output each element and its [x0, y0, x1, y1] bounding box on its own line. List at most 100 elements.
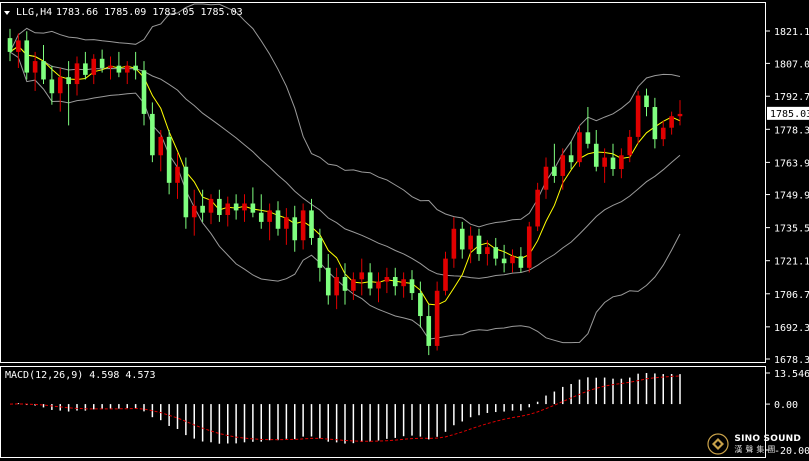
y-tick-label: 1692.30 — [774, 323, 809, 334]
candle-body — [543, 166, 549, 190]
candle-body — [334, 277, 339, 296]
candle-body — [518, 256, 524, 268]
candle-body — [66, 77, 71, 85]
candle-body — [124, 65, 130, 73]
ohlc-header: 1783.66 1785.09 1783.05 1785.03 — [56, 7, 243, 18]
candle-body — [593, 143, 599, 167]
candle-body — [443, 258, 448, 291]
y-tick-label: 1821.10 — [774, 27, 809, 38]
y-tick-label: 1807.00 — [774, 59, 809, 70]
candle-body — [476, 235, 482, 255]
candle-body — [141, 70, 147, 114]
candle-body — [627, 136, 633, 156]
candle-body — [99, 58, 105, 68]
candle-body — [501, 258, 507, 264]
candle-body — [32, 61, 38, 73]
candle-body — [191, 205, 197, 218]
candle-body — [325, 267, 331, 296]
candle-body — [535, 189, 540, 227]
candle-body — [451, 228, 457, 259]
chart-area[interactable]: 1821.10 1807.00 1792.70 1778.30 1763.90 1749.… — [0, 0, 809, 461]
candle-body — [409, 279, 415, 294]
candle-body — [526, 226, 532, 268]
candle-body — [24, 40, 30, 73]
macd-label: MACD(12,26,9) 4.598 4.573 — [5, 370, 156, 381]
y-tick-label: 1749.90 — [774, 191, 809, 202]
candle-body — [510, 256, 515, 264]
candle-body — [459, 228, 465, 250]
candle-body — [41, 61, 46, 80]
candle-body — [669, 116, 674, 128]
macd-y-tick-label: 13.546 — [774, 369, 809, 380]
macd-y-tick-label: 0.00 — [774, 400, 798, 411]
candle-body — [74, 63, 80, 85]
candle-body — [108, 65, 113, 68]
y-tick-label: 1778.30 — [774, 125, 809, 136]
y-tick-label: 1735.50 — [774, 224, 809, 235]
candle-body — [300, 210, 306, 241]
candle-body — [116, 65, 122, 73]
candle-body — [158, 136, 164, 156]
candle-body — [577, 132, 582, 163]
candle-body — [208, 198, 214, 213]
candle-body — [384, 277, 390, 282]
candle-body — [200, 205, 205, 213]
candle-body — [652, 107, 658, 140]
candle-body — [225, 203, 231, 215]
candle-body — [284, 217, 289, 229]
candle-body — [635, 95, 641, 137]
candle-body — [376, 281, 381, 289]
candle-body — [7, 38, 13, 52]
candle-body — [426, 316, 432, 346]
candle-body — [552, 166, 557, 176]
candle-body — [49, 79, 55, 94]
candle-body — [133, 65, 138, 71]
candle-body — [485, 247, 490, 255]
y-tick-label: 1721.10 — [774, 257, 809, 268]
candle-body — [619, 155, 624, 170]
candle-body — [468, 235, 473, 250]
sino-sound-logo: SINO SOUND 漢聲集團 — [707, 433, 801, 455]
candle-body — [644, 95, 649, 108]
candle-body — [359, 272, 365, 280]
candle-body — [317, 237, 323, 268]
candle-body — [242, 203, 247, 211]
candle-body — [57, 77, 63, 94]
candle-body — [660, 127, 666, 140]
logo-chinese: 漢聲集團 — [734, 444, 779, 454]
logo-mark-icon — [707, 433, 730, 455]
candle-body — [150, 113, 155, 156]
candle-body — [367, 272, 373, 289]
candle-body — [250, 203, 256, 213]
candle-body — [560, 155, 566, 176]
y-tick-label: 1792.70 — [774, 92, 809, 103]
candle-body — [610, 157, 616, 170]
candle-body — [434, 290, 440, 346]
candle-body — [677, 113, 683, 117]
candle-body — [175, 166, 180, 183]
y-tick-label: 1678.30 — [774, 355, 809, 366]
symbol-timeframe: LLG,H4 — [16, 7, 52, 18]
candle-body — [418, 293, 423, 317]
candle-body — [392, 277, 398, 287]
candle-body — [342, 277, 348, 291]
logo-name: SINO SOUND — [734, 433, 801, 444]
candle-body — [166, 136, 172, 183]
candle-body — [351, 279, 356, 291]
candle-body — [493, 247, 499, 259]
candle-body — [585, 132, 591, 144]
candle-body — [568, 155, 574, 163]
candle-body — [233, 203, 239, 211]
candle-body — [91, 58, 97, 75]
dropdown-triangle-icon — [4, 11, 10, 15]
y-tick-label: 1763.90 — [774, 158, 809, 169]
candle-body — [217, 198, 222, 215]
candle-body — [183, 166, 189, 218]
candle-body — [309, 210, 314, 238]
candle-body — [258, 212, 264, 222]
candle-body — [16, 40, 21, 52]
candle-body — [292, 217, 298, 241]
candle-body — [401, 279, 406, 287]
candle-body — [602, 157, 607, 167]
price-pane-frame — [0, 2, 766, 363]
